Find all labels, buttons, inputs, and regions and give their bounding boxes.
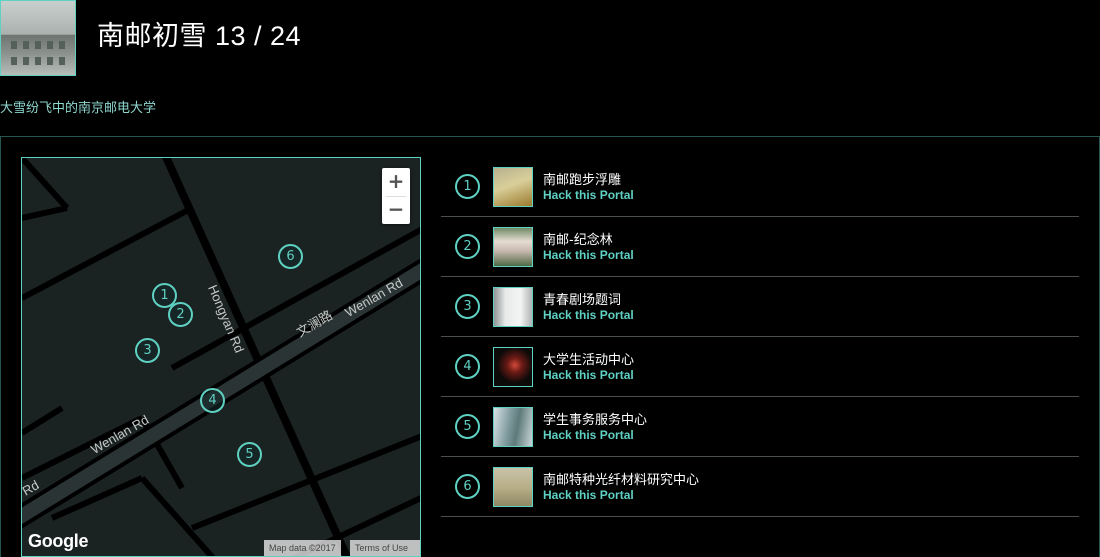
portal-number: 2 xyxy=(455,234,480,259)
terms-of-use-link[interactable]: Terms of Use xyxy=(350,540,420,556)
map-marker-2[interactable]: 2 xyxy=(168,302,193,327)
hack-portal-link[interactable]: Hack this Portal xyxy=(543,248,634,262)
map-marker-4[interactable]: 4 xyxy=(200,388,225,413)
map-marker-3[interactable]: 3 xyxy=(135,338,160,363)
map-marker-6[interactable]: 6 xyxy=(278,244,303,269)
hack-portal-link[interactable]: Hack this Portal xyxy=(543,428,634,442)
list-item: 1 南邮跑步浮雕 Hack this Portal xyxy=(441,157,1079,217)
map-roads xyxy=(22,158,420,556)
hack-portal-link[interactable]: Hack this Portal xyxy=(543,308,634,322)
list-item: 2 南邮-纪念林 Hack this Portal xyxy=(441,217,1079,277)
hack-portal-link[interactable]: Hack this Portal xyxy=(543,488,634,502)
mission-description: 大雪纷飞中的南京邮电大学 xyxy=(0,101,157,116)
portal-image xyxy=(493,227,533,267)
map-view[interactable]: Hongyan Rd 文澜路 Wenlan Rd Wenlan Rd n Rd … xyxy=(21,157,421,557)
google-logo: Google xyxy=(28,531,89,551)
portal-number: 4 xyxy=(455,354,480,379)
portal-name: 南邮-纪念林 xyxy=(543,233,613,248)
portal-name: 南邮跑步浮雕 xyxy=(543,173,622,188)
mission-header: 南邮初雪 13 / 24 xyxy=(0,0,1100,80)
portal-image xyxy=(493,167,533,207)
map-data-attribution: Map data ©2017 xyxy=(264,540,341,556)
zoom-in-button[interactable]: + xyxy=(382,168,410,196)
zoom-divider xyxy=(386,196,406,197)
portal-image xyxy=(493,287,533,327)
list-item: 6 南邮特种光纤材料研究中心 Hack this Portal xyxy=(441,457,1079,517)
portal-name: 南邮特种光纤材料研究中心 xyxy=(543,473,700,488)
mission-title: 南邮初雪 13 / 24 xyxy=(97,21,302,51)
portal-image xyxy=(493,347,533,387)
hack-portal-link[interactable]: Hack this Portal xyxy=(543,368,634,382)
portal-number: 5 xyxy=(455,414,480,439)
portal-number: 6 xyxy=(455,474,480,499)
portal-name: 学生事务服务中心 xyxy=(543,413,648,428)
portal-image xyxy=(493,407,533,447)
portal-image xyxy=(493,467,533,507)
portal-list: 1 南邮跑步浮雕 Hack this Portal 2 南邮-纪念林 Hack … xyxy=(441,157,1079,517)
zoom-out-button[interactable]: − xyxy=(382,196,410,224)
portal-number: 3 xyxy=(455,294,480,319)
list-item: 5 学生事务服务中心 Hack this Portal xyxy=(441,397,1079,457)
hack-portal-link[interactable]: Hack this Portal xyxy=(543,188,634,202)
portal-name: 大学生活动中心 xyxy=(543,353,635,368)
list-item: 4 大学生活动中心 Hack this Portal xyxy=(441,337,1079,397)
portal-name: 青春剧场题词 xyxy=(543,293,622,308)
portal-number: 1 xyxy=(455,174,480,199)
map-marker-5[interactable]: 5 xyxy=(237,442,262,467)
zoom-control: + − xyxy=(382,168,410,224)
mission-thumbnail xyxy=(0,0,76,76)
list-item: 3 青春剧场题词 Hack this Portal xyxy=(441,277,1079,337)
